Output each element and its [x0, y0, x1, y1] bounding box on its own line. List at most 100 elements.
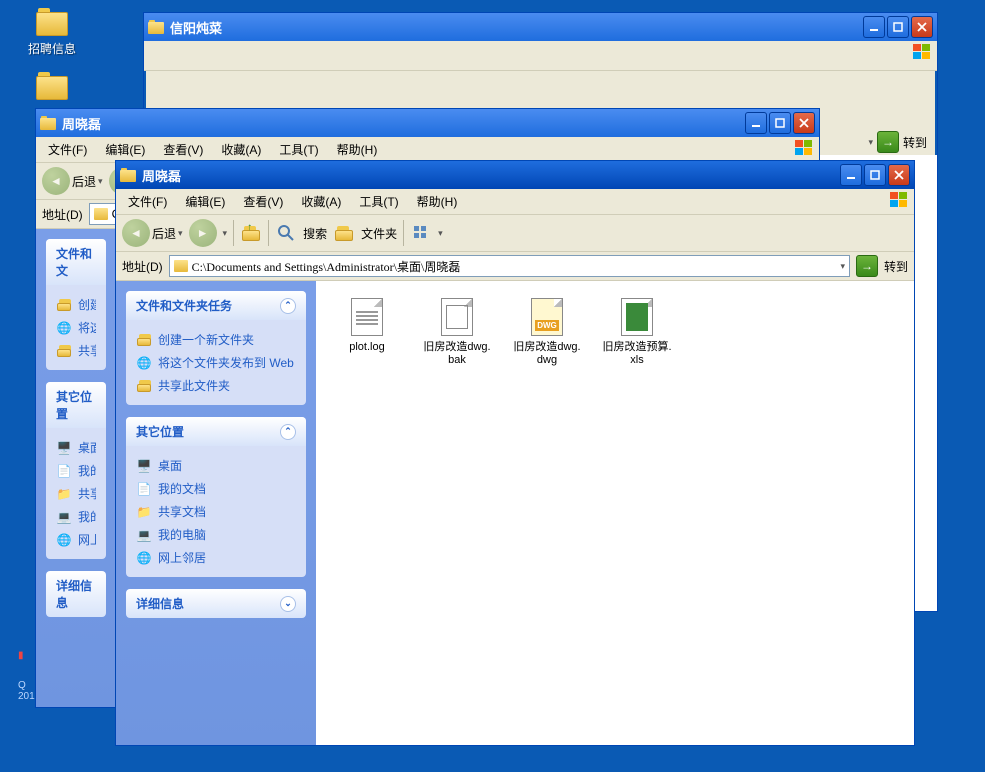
file-plot-log[interactable]: plot.log [332, 297, 402, 367]
place-desktop[interactable]: 🖥️桌面 [136, 454, 296, 477]
minimize-button[interactable] [745, 112, 767, 134]
place-network[interactable]: 🌐网上邻居 [136, 546, 296, 569]
desktop-icon-label: 招聘信息 [22, 40, 82, 57]
address-input[interactable]: C:\Documents and Settings\Administrator\… [169, 255, 850, 277]
task-share[interactable]: 共享此 [56, 339, 96, 362]
file-label: plot.log [332, 341, 402, 354]
tasks-header[interactable]: 文件和文 [46, 239, 106, 285]
titlebar[interactable]: 周晓磊 [116, 161, 914, 189]
menu-favorites[interactable]: 收藏(A) [293, 191, 349, 212]
places-header[interactable]: 其它位置⌃ [126, 417, 306, 446]
window-zhouxiaolei-front[interactable]: 周晓磊 文件(F) 编辑(E) 查看(V) 收藏(A) 工具(T) 帮助(H) … [115, 160, 915, 746]
maximize-button[interactable] [769, 112, 791, 134]
file-dwg-bak[interactable]: 旧房改造dwg.bak [422, 297, 492, 367]
views-icon[interactable] [410, 222, 432, 244]
menu-help[interactable]: 帮助(H) [409, 191, 466, 212]
search-label[interactable]: 搜索 [303, 225, 327, 242]
close-button[interactable] [911, 16, 933, 38]
search-icon[interactable] [275, 222, 297, 244]
menu-edit[interactable]: 编辑(E) [177, 191, 233, 212]
dropdown-icon[interactable]: ▾ [223, 228, 228, 239]
tasks-panel: 文件和文件夹任务⌃ 创建一个新文件夹 🌐将这个文件夹发布到 Web 共享此文件夹 [126, 291, 306, 405]
expand-icon[interactable]: ⌄ [280, 596, 296, 612]
menu-tools[interactable]: 工具(T) [271, 139, 326, 160]
menu-file[interactable]: 文件(F) [120, 191, 175, 212]
minimize-button[interactable] [863, 16, 885, 38]
dropdown-icon[interactable]: ▾ [178, 228, 183, 239]
go-button[interactable]: → [877, 131, 899, 153]
go-button[interactable]: → [856, 255, 878, 277]
tasks-header[interactable]: 文件和文件夹任务⌃ [126, 291, 306, 320]
menu-favorites[interactable]: 收藏(A) [213, 139, 269, 160]
file-dwg[interactable]: DWG 旧房改造dwg.dwg [512, 297, 582, 367]
xls-file-icon [621, 298, 653, 336]
file-label: 旧房改造dwg.bak [422, 341, 492, 367]
file-xls[interactable]: 旧房改造预算.xls [602, 297, 672, 367]
task-new-folder[interactable]: 创建 [56, 293, 96, 316]
place-desktop[interactable]: 🖥️桌面 [56, 436, 96, 459]
file-list[interactable]: plot.log 旧房改造dwg.bak DWG 旧房改造dwg.dwg 旧房改… [316, 281, 914, 745]
nav-forward-button[interactable]: ► [189, 219, 217, 247]
task-share[interactable]: 共享此文件夹 [136, 374, 296, 397]
task-new-folder[interactable]: 创建一个新文件夹 [136, 328, 296, 351]
back-label: 后退 [152, 225, 176, 242]
bak-file-icon [441, 298, 473, 336]
place-mycomputer[interactable]: 💻我的电脑 [136, 523, 296, 546]
addressbar: 地址(D) C:\Documents and Settings\Administ… [116, 252, 914, 281]
menubar: 文件(F) 编辑(E) 查看(V) 收藏(A) 工具(T) 帮助(H) [116, 189, 914, 215]
place-mydocs[interactable]: 📄我的文档 [136, 477, 296, 500]
close-button[interactable] [888, 164, 910, 186]
task-publish[interactable]: 🌐将这个文件夹发布到 Web [136, 351, 296, 374]
minimize-button[interactable] [840, 164, 862, 186]
file-label: 旧房改造预算.xls [602, 341, 672, 367]
maximize-button[interactable] [887, 16, 909, 38]
folders-icon[interactable] [333, 222, 355, 244]
dropdown-icon[interactable]: ▾ [840, 261, 845, 272]
maximize-button[interactable] [864, 164, 886, 186]
details-header[interactable]: 详细信息 [46, 571, 106, 617]
dropdown-icon[interactable]: ▾ [98, 176, 103, 187]
desktop-marker: ▮ [18, 650, 24, 661]
place-mycomputer[interactable]: 💻我的电 [56, 505, 96, 528]
titlebar[interactable]: 信阳炖菜 [144, 13, 937, 41]
nav-back-button[interactable]: ◄ [122, 219, 150, 247]
file-label: 旧房改造dwg.dwg [512, 341, 582, 367]
windows-flag-icon [888, 191, 910, 209]
collapse-icon[interactable]: ⌃ [280, 424, 296, 440]
details-header[interactable]: 详细信息⌄ [126, 589, 306, 618]
window-title: 周晓磊 [142, 166, 840, 185]
folder-icon [120, 168, 136, 182]
desktop-icon-folder2[interactable] [22, 72, 82, 104]
place-network[interactable]: 🌐网上邻 [56, 528, 96, 551]
sidebar: 文件和文件夹任务⌃ 创建一个新文件夹 🌐将这个文件夹发布到 Web 共享此文件夹… [116, 281, 316, 745]
menu-tools[interactable]: 工具(T) [351, 191, 406, 212]
tasks-panel: 文件和文 创建 🌐将这 Web 共享此 [46, 239, 106, 370]
places-header[interactable]: 其它位置 [46, 382, 106, 428]
menu-help[interactable]: 帮助(H) [329, 139, 386, 160]
place-shared[interactable]: 📁共享文档 [136, 500, 296, 523]
folder-icon [36, 8, 68, 36]
task-publish[interactable]: 🌐将这 Web [56, 316, 96, 339]
dropdown-icon[interactable]: ▾ [868, 137, 873, 148]
place-mydocs[interactable]: 📄我的文 [56, 459, 96, 482]
dropdown-icon[interactable]: ▾ [438, 228, 443, 239]
toolbar: ◄ 后退 ▾ ► ▾ ↑ 搜索 文件夹 ▾ [116, 215, 914, 252]
place-shared[interactable]: 📁共享文 [56, 482, 96, 505]
titlebar[interactable]: 周晓磊 [36, 109, 819, 137]
menu-file[interactable]: 文件(F) [40, 139, 95, 160]
details-panel: 详细信息 [46, 571, 106, 617]
menu-view[interactable]: 查看(V) [235, 191, 291, 212]
dwg-file-icon: DWG [531, 298, 563, 336]
close-button[interactable] [793, 112, 815, 134]
desktop-icon-recruit[interactable]: 招聘信息 [22, 8, 82, 57]
folder-icon [174, 260, 188, 272]
address-path: C:\Documents and Settings\Administrator\… [192, 258, 461, 275]
sidebar: 文件和文 创建 🌐将这 Web 共享此 其它位置 🖥️桌面 📄我的文 📁共享文 … [36, 229, 116, 707]
menu-edit[interactable]: 编辑(E) [97, 139, 153, 160]
folders-label[interactable]: 文件夹 [361, 225, 397, 242]
up-folder-icon[interactable]: ↑ [240, 222, 262, 244]
window-title: 周晓磊 [62, 114, 745, 133]
collapse-icon[interactable]: ⌃ [280, 298, 296, 314]
menu-view[interactable]: 查看(V) [155, 139, 211, 160]
nav-back-button[interactable]: ◄ [42, 167, 70, 195]
